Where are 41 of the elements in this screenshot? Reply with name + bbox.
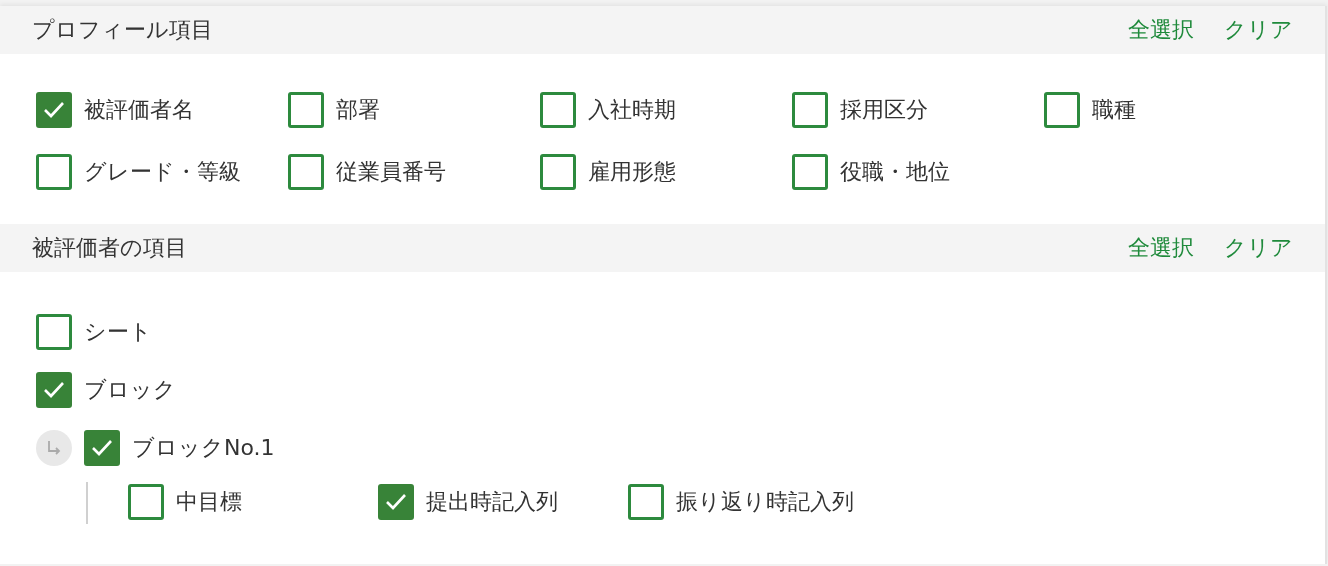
arrow-icon <box>45 439 63 457</box>
checkbox-label: 職種 <box>1092 96 1136 124</box>
checkbox-label: 部署 <box>336 96 380 124</box>
checkbox[interactable] <box>540 154 576 190</box>
checkbox-label: 振り返り時記入列 <box>676 488 854 516</box>
checkbox-label: 採用区分 <box>840 96 928 124</box>
clear-link[interactable]: クリア <box>1224 15 1293 45</box>
check-icon <box>43 381 65 399</box>
checkbox-label: シート <box>84 318 152 346</box>
checkbox-label: 役職・地位 <box>840 158 950 186</box>
checkbox[interactable] <box>628 484 664 520</box>
clear-link[interactable]: クリア <box>1224 233 1293 263</box>
checkbox-label: 従業員番号 <box>336 158 446 186</box>
checkbox[interactable] <box>36 154 72 190</box>
checkbox[interactable] <box>36 92 72 128</box>
select-all-link[interactable]: 全選択 <box>1128 233 1194 263</box>
section-title: 被評価者の項目 <box>32 234 188 262</box>
check-icon <box>43 101 65 119</box>
checkbox-label: 入社時期 <box>588 96 676 124</box>
checkbox[interactable] <box>36 372 72 408</box>
select-all-link[interactable]: 全選択 <box>1128 15 1194 45</box>
checkbox-label: ブロック <box>84 376 176 404</box>
checkbox-label: 提出時記入列 <box>426 488 558 516</box>
check-icon <box>385 493 407 511</box>
checkbox[interactable] <box>792 92 828 128</box>
checkbox-label: 中目標 <box>176 488 242 516</box>
section-title: プロフィール項目 <box>32 16 214 44</box>
check-icon <box>91 439 113 457</box>
checkbox[interactable] <box>378 484 414 520</box>
checkbox-label: 雇用形態 <box>588 158 676 186</box>
checkbox[interactable] <box>792 154 828 190</box>
checkbox-label: ブロックNo.1 <box>132 434 275 462</box>
checkbox-label: 被評価者名 <box>84 96 194 124</box>
checkbox[interactable] <box>1044 92 1080 128</box>
checkbox[interactable] <box>288 92 324 128</box>
checkbox[interactable] <box>128 484 164 520</box>
checkbox[interactable] <box>84 430 120 466</box>
checkbox[interactable] <box>36 314 72 350</box>
checkbox[interactable] <box>288 154 324 190</box>
checkbox[interactable] <box>540 92 576 128</box>
checkbox-label: グレード・等級 <box>84 158 241 186</box>
